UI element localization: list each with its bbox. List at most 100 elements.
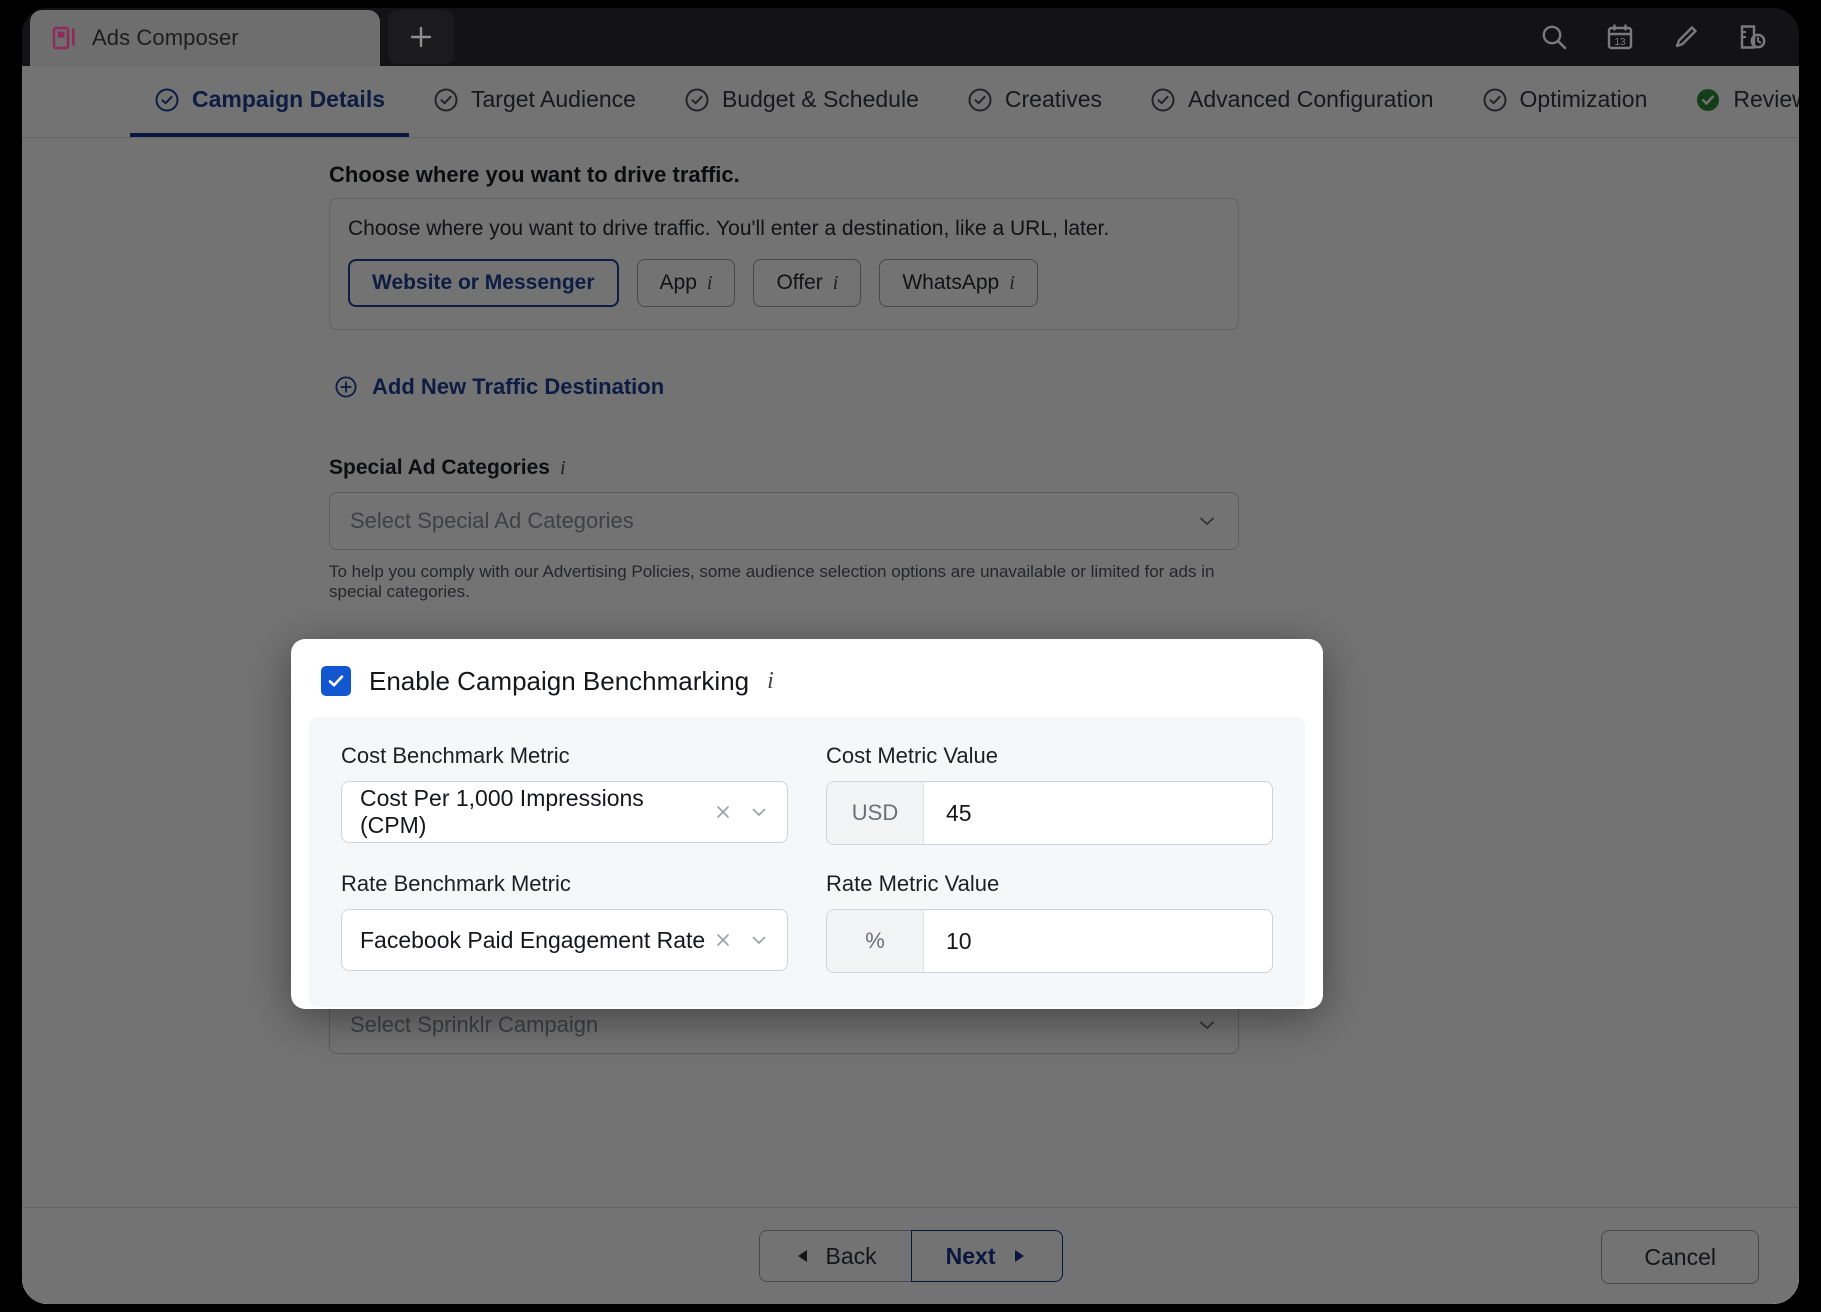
back-button[interactable]: Back [758,1230,912,1282]
cost-metric-value-input-group: USD 45 [826,781,1273,845]
chevron-down-icon [1200,1021,1214,1029]
browser-tab-strip: Ads Composer 13 [22,8,1799,66]
chip-label: Website or Messenger [372,271,595,294]
cancel-button[interactable]: Cancel [1601,1230,1759,1284]
cost-benchmark-metric-select[interactable]: Cost Per 1,000 Impressions (CPM) [341,781,788,843]
checkmark-icon [328,675,344,687]
check-circle-icon [1483,88,1507,111]
browser-tab-title: Ads Composer [92,25,239,50]
add-destination-label: Add New Traffic Destination [372,374,665,399]
traffic-option-app[interactable]: App i [636,259,736,307]
tab-budget-schedule[interactable]: Budget & Schedule [660,66,943,137]
chip-label: App [659,271,697,294]
select-placeholder: Select Sprinklr Campaign [350,1012,599,1037]
info-icon[interactable]: i [560,457,566,480]
traffic-option-offer[interactable]: Offer i [753,259,862,307]
cost-metric-value-field: Cost Metric Value USD 45 [826,743,1273,845]
tab-label: Review [1733,86,1799,112]
rate-benchmark-metric-field: Rate Benchmark Metric Facebook Paid Enga… [341,871,788,973]
enable-campaign-benchmarking-modal: Enable Campaign Benchmarking i Cost Benc… [291,639,1323,1009]
triangle-left-icon [797,1250,807,1262]
calendar-icon[interactable]: 13 [1605,22,1635,52]
benchmarking-fields: Cost Benchmark Metric Cost Per 1,000 Imp… [309,717,1305,1007]
tab-target-audience[interactable]: Target Audience [409,66,660,137]
info-icon[interactable]: i [833,272,839,295]
traffic-option-whatsapp[interactable]: WhatsApp i [879,259,1038,307]
cost-benchmark-metric-field: Cost Benchmark Metric Cost Per 1,000 Imp… [341,743,788,845]
tab-advanced-configuration[interactable]: Advanced Configuration [1126,66,1458,137]
close-icon[interactable] [713,930,733,950]
traffic-option-group: Website or Messenger App i Offer i Whats… [348,259,1220,307]
rate-benchmark-metric-value: Facebook Paid Engagement Rate [360,926,706,953]
ads-composer-app: Campaign Details Target Audience Budget … [22,66,1799,1304]
info-icon[interactable]: i [707,272,713,295]
check-circle-icon [155,88,179,111]
browser-window: Ads Composer 13 Campaign Details Target … [22,8,1799,1304]
wizard-step-tabs: Campaign Details Target Audience Budget … [22,66,1799,138]
tab-label: Advanced Configuration [1188,86,1434,112]
new-tab-button[interactable] [388,10,454,64]
traffic-destination-panel: Choose where you want to drive traffic. … [329,198,1239,330]
check-circle-icon [968,88,992,111]
special-ad-categories-helper: To help you comply with our Advertising … [329,562,1215,601]
enable-benchmarking-checkbox[interactable] [321,666,351,696]
check-circle-icon [434,88,458,111]
traffic-option-website-or-messenger[interactable]: Website or Messenger [348,259,619,307]
tab-campaign-details[interactable]: Campaign Details [130,66,409,137]
select-placeholder: Select Special Ad Categories [350,508,634,533]
check-circle-filled-icon [1697,88,1720,111]
select-controls [713,802,769,822]
cost-metric-value-input[interactable]: 45 [924,782,1272,844]
tab-label: Optimization [1519,86,1648,112]
cost-benchmark-metric-value: Cost Per 1,000 Impressions (CPM) [360,785,644,838]
tab-label: Target Audience [471,86,636,112]
tab-optimization[interactable]: Optimization [1458,66,1672,137]
check-circle-icon [685,88,709,111]
cost-benchmark-metric-label: Cost Benchmark Metric [341,743,570,768]
chevron-down-icon [1200,517,1214,525]
rate-metric-value-field: Rate Metric Value % 10 [826,871,1273,973]
rate-metric-value-label: Rate Metric Value [826,871,1000,896]
traffic-section-title: Choose where you want to drive traffic. [329,162,740,187]
cost-metric-value-label: Cost Metric Value [826,743,998,768]
tab-label: Creatives [1004,86,1103,112]
next-label: Next [945,1242,996,1269]
plus-circle-icon [335,376,357,398]
history-book-icon[interactable] [1737,22,1767,52]
triangle-right-icon [1014,1250,1024,1262]
cancel-label: Cancel [1644,1243,1716,1270]
browser-toolbar-icons: 13 [1539,8,1767,66]
select-controls [713,930,769,950]
tab-label: Budget & Schedule [721,86,919,112]
edit-pencil-icon[interactable] [1671,22,1701,52]
rate-benchmark-metric-select[interactable]: Facebook Paid Engagement Rate [341,909,788,971]
chip-label: Offer [776,271,823,294]
rate-row: Rate Benchmark Metric Facebook Paid Enga… [341,871,1273,973]
check-circle-icon [1151,88,1175,111]
close-icon[interactable] [713,802,733,822]
rate-benchmark-metric-label: Rate Benchmark Metric [341,871,571,896]
special-ad-categories-select[interactable]: Select Special Ad Categories [329,492,1239,550]
rate-metric-value-input-group: % 10 [826,909,1273,973]
chevron-down-icon[interactable] [749,930,769,950]
search-icon[interactable] [1539,22,1569,52]
tab-review[interactable]: Review [1671,66,1799,137]
special-ad-categories-label: Special Ad Categories [329,456,550,479]
add-new-traffic-destination-link[interactable]: Add New Traffic Destination [334,374,664,400]
info-icon[interactable]: i [1009,272,1015,295]
chevron-down-icon[interactable] [749,802,769,822]
tab-creatives[interactable]: Creatives [943,66,1126,137]
browser-tab-ads-composer[interactable]: Ads Composer [30,10,380,66]
cost-row: Cost Benchmark Metric Cost Per 1,000 Imp… [341,743,1273,845]
rate-percent-addon: % [827,910,924,972]
rate-metric-value-input[interactable]: 10 [924,910,1272,972]
traffic-description: Choose where you want to drive traffic. … [348,217,1110,240]
tab-label: Campaign Details [192,86,385,112]
back-label: Back [825,1242,877,1269]
wizard-nav-group: Back Next [758,1230,1063,1282]
info-icon[interactable]: i [767,668,774,695]
next-button[interactable]: Next [910,1230,1063,1282]
benchmarking-header: Enable Campaign Benchmarking i [309,661,1305,701]
special-ad-categories-label-row: Special Ad Categories i [329,456,1239,480]
cost-currency-addon: USD [827,782,924,844]
